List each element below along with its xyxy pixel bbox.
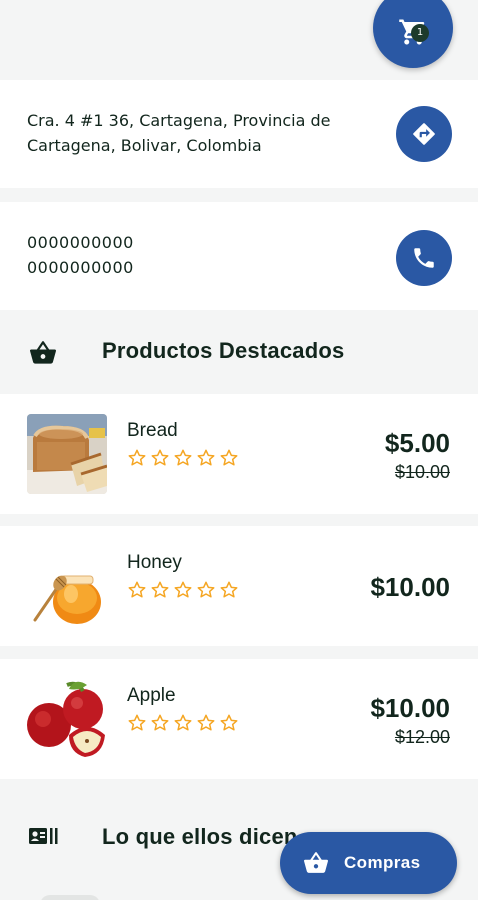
product-price: $10.00 [370, 572, 450, 602]
phone-number-2: 0000000000 [27, 258, 134, 277]
basket-icon [304, 852, 328, 873]
basket-icon [30, 341, 56, 364]
featured-section-header: Productos Destacados [0, 314, 478, 390]
star-icon [220, 449, 238, 466]
star-icon [220, 714, 238, 731]
product-price: $5.00 [384, 428, 450, 458]
star-icon [220, 581, 238, 598]
rating-stars [127, 580, 239, 600]
call-button[interactable] [396, 230, 452, 286]
star-icon [197, 714, 215, 731]
product-name: Honey [127, 552, 182, 573]
star-icon [151, 449, 169, 466]
product-card-honey[interactable]: Honey $10.00 [0, 526, 478, 646]
product-name: Apple [127, 685, 176, 706]
testimonials-title: Lo que ellos dicen [102, 824, 298, 849]
star-icon [197, 581, 215, 598]
store-address: Cra. 4 #1 36, Cartagena, Provincia de Ca… [27, 111, 331, 155]
directions-button[interactable] [396, 106, 452, 162]
rating-stars [127, 713, 239, 733]
product-price: $10.00 [370, 693, 450, 723]
product-card-bread[interactable]: Bread $5.00 $10.00 [0, 394, 478, 514]
star-icon [128, 714, 146, 731]
star-icon [174, 449, 192, 466]
star-icon [128, 581, 146, 598]
shop-button[interactable]: Compras [280, 832, 457, 894]
address-card: Cra. 4 #1 36, Cartagena, Provincia de Ca… [0, 80, 478, 188]
star-icon [128, 449, 146, 466]
honey-image [27, 546, 107, 626]
cart-count-badge: 1 [411, 24, 429, 42]
phone-icon [414, 248, 434, 268]
star-icon [151, 581, 169, 598]
product-card-apple[interactable]: Apple $10.00 $12.00 [0, 659, 478, 779]
product-old-price: $10.00 [394, 462, 450, 482]
star-icon [151, 714, 169, 731]
featured-title: Productos Destacados [102, 338, 345, 363]
testimonial-avatar [40, 895, 100, 900]
reviews-icon [29, 828, 58, 844]
phone-card: 0000000000 0000000000 [0, 202, 478, 310]
product-old-price: $12.00 [394, 727, 450, 747]
star-icon [197, 449, 215, 466]
star-icon [174, 714, 192, 731]
product-name: Bread [127, 420, 178, 441]
apple-image [27, 679, 107, 759]
star-icon [174, 581, 192, 598]
rating-stars [127, 448, 239, 468]
phone-numbers: 0000000000 0000000000 [27, 230, 134, 280]
bread-image [27, 414, 107, 494]
phone-number-1: 0000000000 [27, 233, 134, 252]
directions-icon [413, 123, 435, 145]
shop-button-label: Compras [344, 853, 421, 872]
